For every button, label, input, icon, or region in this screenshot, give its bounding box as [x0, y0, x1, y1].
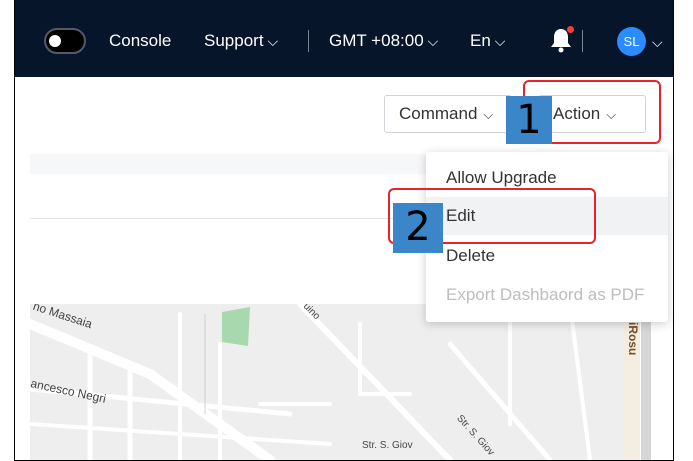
- step-badge-2: 2: [393, 203, 443, 253]
- frame-border: [14, 0, 15, 461]
- map-streets: [30, 304, 592, 460]
- console-link[interactable]: Console: [109, 26, 171, 56]
- chevron-down-icon: ⌵: [483, 107, 494, 122]
- support-menu[interactable]: Support ⌵: [204, 26, 278, 56]
- language-label: En: [470, 31, 491, 50]
- side-road-label: iRosu: [626, 322, 640, 356]
- content-strip: [30, 154, 430, 174]
- chevron-down-icon: ⌵: [427, 33, 439, 49]
- divider-line: [30, 218, 430, 219]
- menu-item-label: Export Dashbaord as PDF: [446, 285, 645, 304]
- theme-toggle[interactable]: [44, 28, 86, 54]
- support-label: Support: [204, 31, 264, 50]
- menu-item-export-pdf: Export Dashbaord as PDF: [426, 276, 668, 314]
- divider: [582, 30, 583, 52]
- scrollbar[interactable]: [641, 322, 651, 460]
- map-view[interactable]: no Massaia ancesco Negri Str. S. Giov St…: [30, 304, 624, 460]
- toggle-knob: [49, 35, 61, 47]
- notification-dot: [567, 26, 574, 33]
- step-badge-1: 1: [506, 96, 552, 144]
- top-navigation-bar: Console Support ⌵ GMT +08:00 ⌵ En ⌵ SL ⌵: [14, 0, 674, 77]
- command-button[interactable]: Command ⌵: [384, 95, 512, 133]
- menu-item-label: Allow Upgrade: [446, 168, 557, 187]
- command-label: Command: [399, 104, 478, 123]
- frame-border: [673, 0, 674, 461]
- chevron-down-icon: ⌵: [267, 33, 279, 49]
- menu-item-label: Delete: [446, 246, 496, 265]
- timezone-label: GMT +08:00: [329, 31, 424, 50]
- side-road: iRosu: [624, 304, 640, 460]
- notification-bell-icon[interactable]: [548, 26, 574, 54]
- language-menu[interactable]: En ⌵: [470, 26, 505, 56]
- user-avatar[interactable]: SL: [617, 27, 646, 56]
- console-label: Console: [109, 31, 172, 50]
- chevron-down-icon: ⌵: [494, 33, 506, 49]
- timezone-menu[interactable]: GMT +08:00 ⌵: [329, 26, 438, 56]
- divider: [308, 30, 309, 52]
- chevron-down-icon[interactable]: ⌵: [652, 27, 663, 57]
- map-label: Str. S. Giov: [362, 440, 413, 451]
